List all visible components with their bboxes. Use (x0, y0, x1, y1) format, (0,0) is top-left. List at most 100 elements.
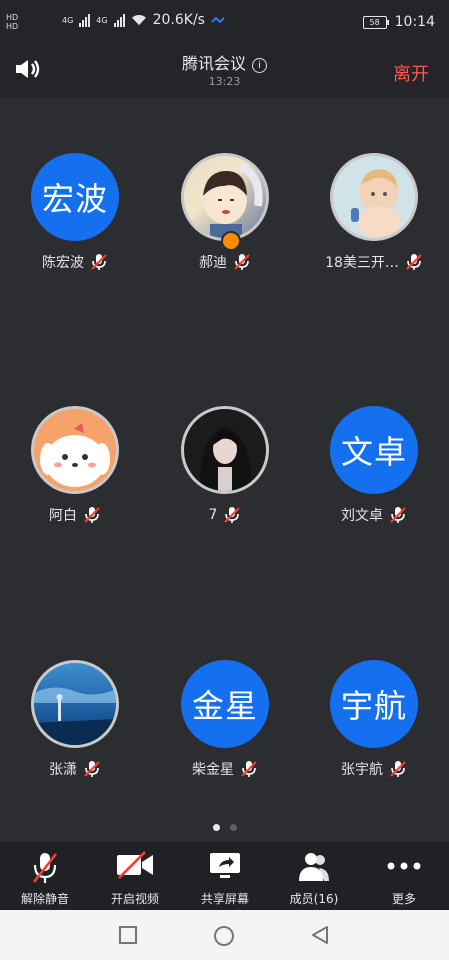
unmute-label: 解除静音 (20, 892, 69, 906)
mic-muted-icon (406, 254, 422, 270)
recent-apps-icon[interactable] (118, 925, 138, 945)
home-icon[interactable] (213, 925, 235, 947)
name-row: 陈宏波 (0, 253, 150, 271)
avatar (31, 406, 119, 494)
status-bar: HD HD 4G 4G 20.6K/s 58 10:14 (0, 0, 449, 48)
name-row: 刘文卓 (299, 506, 449, 524)
start-video-label: 开启视频 (110, 892, 159, 906)
avatar (181, 406, 269, 494)
mic-muted-icon (224, 507, 241, 523)
avatar: 文卓 (330, 406, 418, 494)
meeting-title-text: 腾讯会议 (181, 54, 246, 73)
info-icon[interactable]: i (252, 58, 267, 73)
meeting-toolbar: 解除静音 开启视频 共享屏幕 成员(16) 更多 (0, 842, 449, 910)
mic-muted-icon (84, 761, 100, 777)
host-badge-icon (221, 231, 241, 251)
mic-muted-icon (234, 254, 250, 270)
share-screen-label: 共享屏幕 (200, 892, 249, 906)
mic-muted-icon (84, 507, 100, 523)
share-screen-button[interactable]: 共享屏幕 (180, 842, 270, 910)
members-label: 成员(16) (289, 892, 339, 906)
participant-tile[interactable]: 宇航 张宇航 (299, 660, 449, 778)
mic-muted-icon (91, 254, 107, 270)
wifi-icon (131, 14, 146, 26)
hd-bottom: HD (6, 22, 19, 31)
participant-grid: 宏波 陈宏波 郝迪 18美三开… 阿白 7 文卓 刘文卓 张潇 金星 柴金星 宇… (0, 98, 449, 838)
meeting-header: 腾讯会议 i 13:23 离开 (0, 48, 449, 98)
avatar (181, 153, 269, 241)
avatar: 金星 (181, 660, 269, 748)
system-nav-bar (0, 910, 449, 960)
name-row: 郝迪 (150, 253, 300, 271)
participant-name: 郝迪 (199, 255, 227, 271)
participant-tile[interactable]: 阿白 (0, 406, 150, 524)
clock: 10:14 (394, 14, 435, 30)
name-row: 张潇 (0, 760, 150, 778)
avatar-initials: 宏波 (41, 180, 108, 218)
page-dot-1[interactable] (212, 824, 220, 831)
network-type-1: 4G (62, 15, 74, 25)
more-button[interactable]: 更多 (359, 842, 449, 910)
participant-name: 阿白 (49, 508, 77, 524)
participant-tile[interactable]: 文卓 刘文卓 (299, 406, 449, 524)
name-row: 柴金星 (150, 760, 300, 778)
name-row: 阿白 (0, 506, 150, 524)
unmute-button[interactable]: 解除静音 (0, 842, 90, 910)
members-button[interactable]: 成员(16) (269, 842, 359, 910)
avatar-initials: 文卓 (340, 433, 407, 471)
status-right: 58 10:14 (362, 14, 435, 30)
participant-name: 张潇 (49, 762, 77, 778)
start-video-button[interactable]: 开启视频 (90, 842, 180, 910)
cartoon-girl-avatar-image (203, 162, 263, 238)
sync-icon (211, 16, 225, 24)
mic-muted-icon (390, 761, 406, 777)
network-type-2: 4G (96, 15, 108, 25)
participant-tile[interactable]: 郝迪 (150, 153, 300, 271)
participant-tile[interactable]: 宏波 陈宏波 (0, 153, 150, 271)
avatar (330, 153, 418, 241)
name-row: 张宇航 (299, 760, 449, 778)
page-dot-2[interactable] (229, 824, 237, 831)
ocean-scene-avatar-image (34, 687, 116, 745)
puppy-avatar-image (40, 423, 110, 487)
avatar-initials: 金星 (191, 687, 258, 725)
signal-icon-2 (113, 13, 125, 27)
portrait-avatar-image (199, 427, 252, 491)
leave-button[interactable]: 离开 (393, 60, 429, 86)
members-icon (299, 853, 329, 881)
page-indicator[interactable] (0, 824, 449, 831)
participant-tile[interactable]: 金星 柴金星 (150, 660, 300, 778)
name-row: 18美三开… (299, 253, 449, 271)
avatar: 宇航 (330, 660, 418, 748)
participant-name: 陈宏波 (42, 255, 84, 271)
participant-tile[interactable]: 7 (150, 406, 300, 524)
share-screen-icon (210, 853, 240, 878)
battery-icon: 58 (362, 15, 389, 29)
participant-name: 刘文卓 (341, 508, 383, 524)
participant-name: 柴金星 (192, 762, 234, 778)
signal-icon (79, 13, 91, 27)
mic-off-icon (32, 853, 58, 883)
name-row: 7 (150, 506, 300, 524)
status-left: HD HD 4G 4G 20.6K/s (6, 12, 225, 31)
network-speed: 20.6K/s (152, 12, 205, 28)
participant-tile[interactable]: 张潇 (0, 660, 150, 778)
back-icon[interactable] (310, 925, 330, 945)
mic-muted-icon (241, 761, 257, 777)
camera-off-icon (117, 851, 153, 879)
meeting-title[interactable]: 腾讯会议 i (0, 50, 449, 74)
participant-name: 张宇航 (341, 762, 383, 778)
meeting-timer: 13:23 (208, 75, 241, 88)
baby-avatar-image (351, 169, 401, 238)
mic-muted-icon (390, 507, 406, 523)
participant-tile[interactable]: 18美三开… (299, 153, 449, 271)
more-label: 更多 (391, 892, 416, 906)
hd-indicator: HD HD (6, 13, 18, 31)
participant-name: 7 (208, 507, 218, 523)
battery-level: 58 (369, 17, 380, 27)
participant-name: 18美三开… (325, 255, 399, 271)
avatar-initials: 宇航 (340, 687, 407, 725)
hd-top: HD (6, 13, 19, 22)
avatar: 宏波 (31, 153, 119, 241)
more-dots-icon (387, 862, 421, 870)
